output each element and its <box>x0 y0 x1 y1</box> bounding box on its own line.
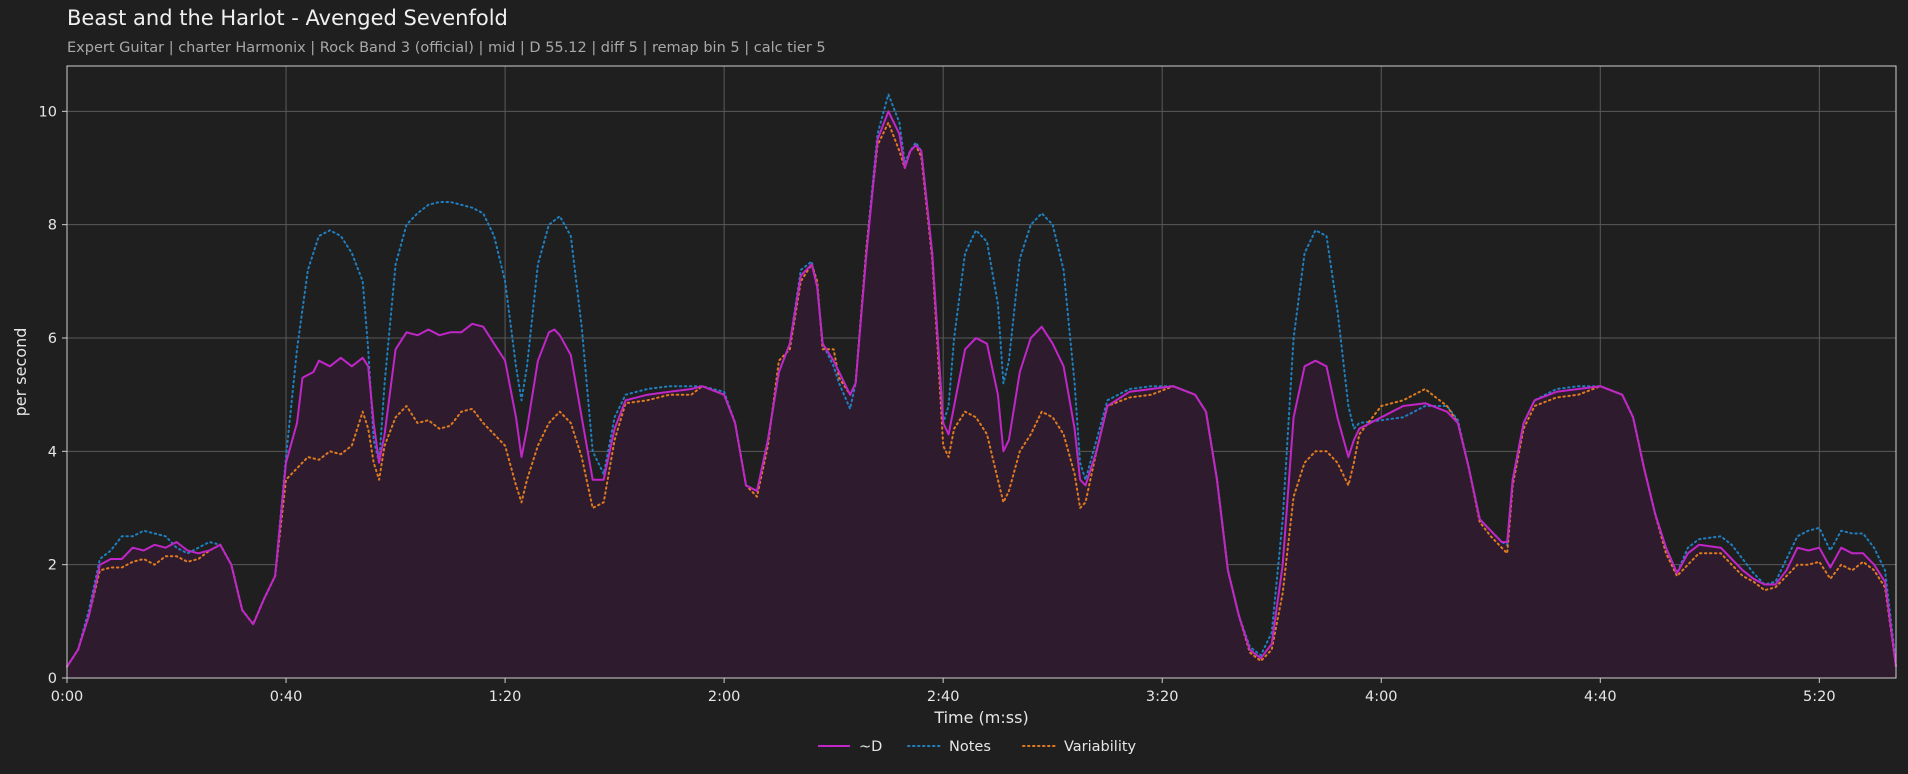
x-tick-label: 5:20 <box>1803 689 1836 705</box>
legend-label-variability: Variability <box>1064 739 1137 755</box>
x-tick-label: 1:20 <box>489 689 522 705</box>
x-tick-label: 4:00 <box>1365 689 1398 705</box>
legend-label-d: ~D <box>859 739 882 755</box>
line-chart: 0:00 0:40 1:20 2:00 2:40 3:20 4:00 4:40 5:20 0 2 4 6… <box>11 65 1897 755</box>
x-axis-label: Time (m:ss) <box>933 708 1028 727</box>
y-tick-label: 6 <box>48 331 57 347</box>
y-axis-label: per second <box>11 328 30 417</box>
y-tick-label: 2 <box>48 558 57 574</box>
x-tick-label: 4:40 <box>1584 689 1617 705</box>
x-tick-label: 2:40 <box>927 689 960 705</box>
legend-label-notes: Notes <box>949 739 991 755</box>
y-tick-label: 10 <box>39 104 57 120</box>
y-tick-label: 8 <box>48 218 57 234</box>
legend: ~D Notes Variability <box>818 739 1137 755</box>
x-tick-label: 0:40 <box>270 689 303 705</box>
y-tick-label: 4 <box>48 444 57 460</box>
y-tick-label: 0 <box>48 671 57 687</box>
x-tick-label: 0:00 <box>51 689 84 705</box>
x-tick-label: 2:00 <box>708 689 741 705</box>
x-tick-label: 3:20 <box>1146 689 1179 705</box>
